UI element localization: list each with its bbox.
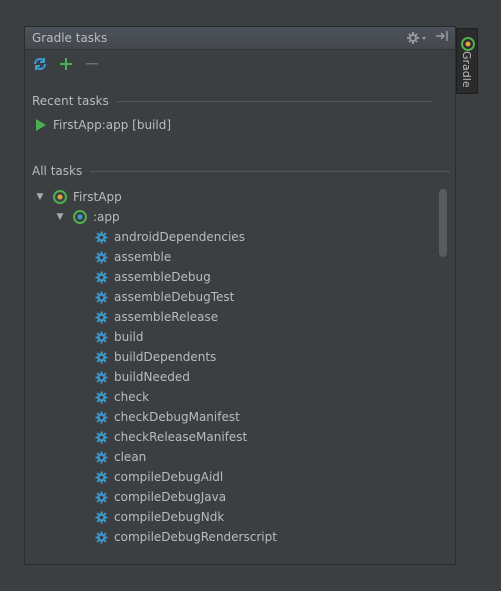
task-label: androidDependencies	[114, 230, 245, 244]
remove-icon[interactable]	[82, 54, 102, 74]
gear-task-icon	[95, 290, 108, 304]
task-label: assembleRelease	[114, 310, 219, 324]
task-label: checkReleaseManifest	[114, 430, 248, 444]
gradle-project-icon	[53, 190, 67, 204]
gear-task-icon	[95, 350, 108, 364]
task-item[interactable]: compileDebugRenderscript	[95, 527, 277, 547]
settings-gear-icon[interactable]	[407, 29, 427, 46]
hide-panel-icon[interactable]	[435, 29, 449, 46]
all-tasks-header: All tasks	[32, 164, 451, 178]
task-tree[interactable]: ▼ FirstApp ▼ :app androidDependencies ass…	[25, 185, 437, 564]
task-item[interactable]: checkReleaseManifest	[95, 427, 247, 447]
gear-task-icon	[95, 410, 108, 424]
tree-module-app[interactable]: ▼ :app	[55, 207, 120, 227]
refresh-icon[interactable]	[30, 54, 50, 74]
task-label: clean	[114, 450, 147, 464]
task-item[interactable]: assembleDebug	[95, 267, 211, 287]
task-item[interactable]: buildDependents	[95, 347, 216, 367]
gear-task-icon	[95, 330, 108, 344]
gear-task-icon	[95, 450, 108, 464]
task-item[interactable]: compileDebugJava	[95, 487, 226, 507]
tree-root-firstapp[interactable]: ▼ FirstApp	[35, 187, 122, 207]
task-label: compileDebugJava	[114, 490, 227, 504]
task-label: assemble	[114, 250, 172, 264]
tree-module-label: :app	[93, 210, 120, 224]
task-item[interactable]: check	[95, 387, 149, 407]
tree-root-label: FirstApp	[73, 190, 122, 204]
task-item[interactable]: compileDebugAidl	[95, 467, 223, 487]
recent-tasks-label: Recent tasks	[32, 94, 109, 108]
task-item[interactable]: checkDebugManifest	[95, 407, 240, 427]
task-item[interactable]: compileDebugNdk	[95, 507, 224, 527]
panel-title: Gradle tasks	[32, 31, 108, 45]
add-icon[interactable]	[56, 54, 76, 74]
recent-task-item[interactable]: FirstApp:app [build]	[35, 118, 171, 132]
task-label: build	[114, 330, 144, 344]
divider	[90, 170, 451, 172]
recent-tasks-header: Recent tasks	[32, 94, 432, 108]
gear-task-icon	[95, 470, 108, 484]
task-label: checkDebugManifest	[114, 410, 240, 424]
task-label: compileDebugAidl	[114, 470, 224, 484]
task-item[interactable]: clean	[95, 447, 146, 467]
task-label: assembleDebugTest	[114, 290, 235, 304]
gear-task-icon	[95, 430, 108, 444]
gradle-logo-icon	[461, 37, 475, 51]
gear-task-icon	[95, 390, 108, 404]
gear-task-icon	[95, 230, 108, 244]
expand-arrow-icon[interactable]: ▼	[55, 212, 65, 222]
task-item[interactable]: buildNeeded	[95, 367, 190, 387]
gear-task-icon	[95, 270, 108, 284]
task-label: buildNeeded	[114, 370, 190, 384]
gear-task-icon	[95, 250, 108, 264]
task-item[interactable]: assembleDebugTest	[95, 287, 234, 307]
all-tasks-label: All tasks	[32, 164, 83, 178]
gradle-side-tab[interactable]: Gradle	[456, 28, 478, 94]
task-item[interactable]: build	[95, 327, 144, 347]
task-label: compileDebugRenderscript	[114, 530, 277, 544]
task-item[interactable]: androidDependencies	[95, 227, 245, 247]
gear-task-icon	[95, 530, 108, 544]
task-item[interactable]: assemble	[95, 247, 171, 267]
divider	[116, 100, 432, 102]
task-label: compileDebugNdk	[114, 510, 225, 524]
task-item[interactable]: assembleRelease	[95, 307, 218, 327]
gear-task-icon	[95, 490, 108, 504]
task-label: check	[114, 390, 150, 404]
gear-task-icon	[95, 510, 108, 524]
side-tab-label: Gradle	[460, 51, 473, 88]
gradle-module-icon	[73, 210, 87, 224]
gear-task-icon	[95, 370, 108, 384]
expand-arrow-icon[interactable]: ▼	[35, 192, 45, 202]
task-label: buildDependents	[114, 350, 217, 364]
run-play-icon	[36, 119, 46, 131]
panel-toolbar	[25, 50, 455, 78]
vertical-scrollbar[interactable]	[439, 189, 447, 257]
task-label: assembleDebug	[114, 270, 211, 284]
panel-titlebar: Gradle tasks	[25, 27, 455, 50]
gradle-tasks-panel: Gradle tasks Recent tasks FirstApp:app […	[24, 26, 456, 565]
gear-task-icon	[95, 310, 108, 324]
recent-task-label: FirstApp:app [build]	[53, 118, 172, 132]
